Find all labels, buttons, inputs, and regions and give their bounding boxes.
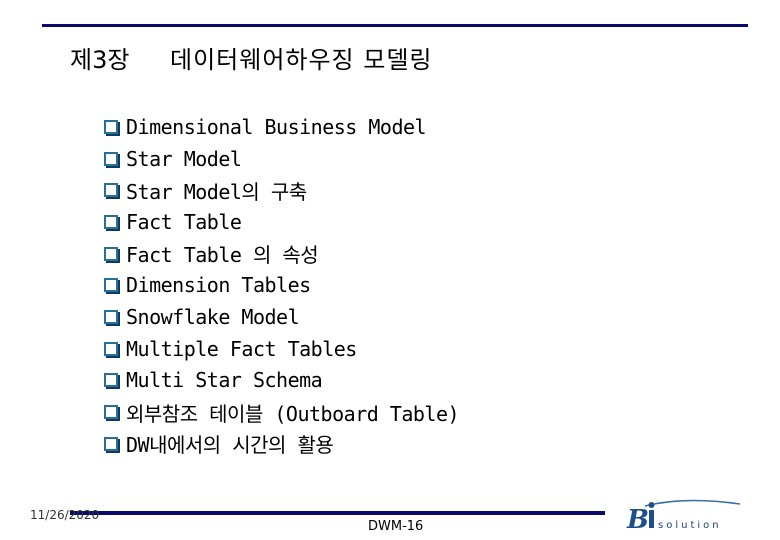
list-item: Multi Star Schema [104, 365, 459, 397]
checkbox-bullet-icon [104, 405, 118, 420]
checkbox-bullet-icon [104, 436, 118, 451]
checkbox-bullet-icon [104, 373, 118, 388]
list-item: Fact Table 의 속성 [104, 238, 459, 270]
item-label: 외부참조 테이블 (Outboard Table) [126, 401, 460, 426]
item-label: DW내에서의 시간의 활용 [126, 433, 334, 458]
list-item: Snowflake Model [104, 301, 459, 333]
svg-text:solution: solution [658, 520, 722, 531]
checkbox-bullet-icon [104, 341, 118, 356]
item-label: Multiple Fact Tables [126, 336, 357, 361]
checkbox-bullet-icon [104, 183, 118, 198]
item-label: Dimension Tables [126, 273, 311, 298]
item-label: Star Model의 구축 [126, 179, 307, 204]
item-label: Fact Table [126, 209, 242, 234]
item-label: Fact Table 의 속성 [126, 243, 319, 268]
footer-rule [70, 511, 605, 515]
checkbox-bullet-icon [104, 214, 118, 229]
list-item: DW내에서의 시간의 활용 [104, 428, 459, 460]
checkbox-bullet-icon [104, 278, 118, 293]
list-item: Dimension Tables [104, 269, 459, 301]
header-rule [42, 24, 748, 27]
topic-list: Dimensional Business Model Star Model St… [104, 111, 460, 460]
list-item: Star Model [104, 143, 459, 175]
checkbox-bullet-icon [104, 309, 118, 324]
list-item: Multiple Fact Tables [104, 333, 459, 365]
bi-solution-logo: B solution [626, 499, 741, 534]
list-item: 외부참조 테이블 (Outboard Table) [104, 396, 460, 428]
item-label: Dimensional Business Model [126, 114, 427, 139]
item-label: Multi Star Schema [126, 368, 323, 393]
item-label: Snowflake Model [126, 304, 300, 329]
checkbox-bullet-icon [104, 246, 118, 261]
footer-date: 11/26/2020 [30, 508, 100, 522]
svg-text:B: B [626, 505, 649, 534]
list-item: Fact Table [104, 206, 459, 238]
page-title: 데이터웨어하우징 모델링 [170, 46, 433, 74]
checkbox-bullet-icon [104, 119, 118, 134]
list-item: Dimensional Business Model [104, 111, 459, 143]
chapter-label: 제3장 [70, 46, 130, 74]
checkbox-bullet-icon [104, 151, 118, 166]
page-number: DWM-16 [368, 519, 424, 534]
list-item: Star Model의 구축 [104, 174, 459, 206]
item-label: Star Model [126, 146, 242, 171]
